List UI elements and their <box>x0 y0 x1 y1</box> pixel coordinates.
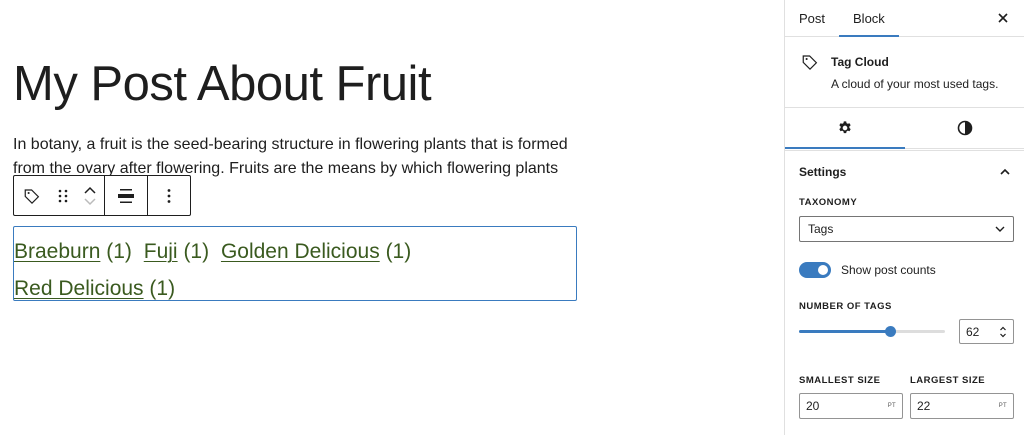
taxonomy-label: Taxonomy <box>799 197 858 208</box>
show-post-counts-toggle[interactable] <box>799 262 831 278</box>
drag-handle-icon <box>58 189 68 202</box>
largest-size-input[interactable]: 22 PT <box>910 393 1014 419</box>
contrast-icon <box>957 120 973 136</box>
options-group <box>148 176 190 215</box>
tag-link[interactable]: Red Delicious <box>14 277 144 300</box>
smallest-size-label: Smallest size <box>799 375 881 386</box>
taxonomy-value: Tags <box>808 222 834 236</box>
block-options-button[interactable] <box>148 176 190 215</box>
tag-icon <box>802 55 818 70</box>
tab-block[interactable]: Block <box>839 0 899 37</box>
settings-sidebar: Post Block Tag Cloud A cloud of your mos… <box>784 0 1024 435</box>
number-of-tags-input[interactable]: 62 <box>959 319 1014 344</box>
chevron-up-icon[interactable] <box>83 185 97 195</box>
tag-item: Braeburn (1) <box>14 240 132 263</box>
chevron-down-icon <box>995 226 1005 232</box>
sidebar-tabs: Post Block <box>785 0 1024 37</box>
tag-count: (1) <box>149 277 176 300</box>
tag-item: Golden Delicious (1) <box>221 240 411 263</box>
unit-label: PT <box>998 403 1007 409</box>
block-type-button[interactable] <box>14 176 50 215</box>
post-title[interactable]: My Post About Fruit <box>13 56 432 112</box>
tag-cloud: Braeburn (1) Fuji (1) Golden Delicious (… <box>14 233 574 307</box>
tag-count: (1) <box>106 240 132 263</box>
number-of-tags-label: Number of tags <box>799 301 892 312</box>
tab-styles[interactable] <box>905 108 1024 148</box>
block-card-title: Tag Cloud <box>831 55 889 69</box>
tag-cloud-block[interactable]: Braeburn (1) Fuji (1) Golden Delicious (… <box>13 226 577 301</box>
settings-panel-title: Settings <box>799 164 847 179</box>
tag-count: (1) <box>183 240 210 263</box>
tag-link[interactable]: Fuji <box>144 240 178 263</box>
tag-count: (1) <box>385 240 412 263</box>
close-icon[interactable] <box>994 9 1012 27</box>
align-group <box>105 176 148 215</box>
tag-item: Fuji (1) <box>144 240 209 263</box>
largest-size-label: Largest size <box>910 375 986 386</box>
editor-canvas: My Post About Fruit In botany, a fruit i… <box>0 0 784 435</box>
slider-thumb[interactable] <box>884 326 896 337</box>
smallest-size-value: 20 <box>806 399 820 413</box>
number-of-tags-slider[interactable] <box>799 326 945 337</box>
settings-panel-toggle[interactable]: Settings <box>785 150 1024 192</box>
paragraph-block[interactable]: In botany, a fruit is the seed-bearing s… <box>13 133 583 181</box>
number-of-tags-value: 62 <box>966 324 980 339</box>
block-mover <box>76 176 104 215</box>
spinner-icon[interactable] <box>999 325 1007 339</box>
block-toolbar <box>13 175 191 216</box>
slider-fill <box>799 330 890 333</box>
tag-icon <box>24 188 40 204</box>
more-vertical-icon <box>167 188 171 203</box>
drag-handle[interactable] <box>50 176 76 215</box>
align-wide-icon <box>118 188 134 203</box>
largest-size-value: 22 <box>917 399 931 413</box>
chevron-down-icon[interactable] <box>83 197 97 207</box>
show-post-counts-row: Show post counts <box>799 262 936 278</box>
align-button[interactable] <box>105 176 147 215</box>
taxonomy-select[interactable]: Tags <box>799 216 1014 242</box>
tab-settings[interactable] <box>785 108 905 149</box>
block-switcher-group <box>14 176 105 215</box>
inspector-tabs <box>785 107 1024 149</box>
tag-link[interactable]: Braeburn <box>14 240 100 263</box>
unit-label: PT <box>887 403 896 409</box>
chevron-up-icon <box>1000 168 1010 175</box>
block-card-description: A cloud of your most used tags. <box>831 77 999 91</box>
tag-link[interactable]: Golden Delicious <box>221 240 380 263</box>
show-post-counts-label: Show post counts <box>841 263 936 277</box>
gear-icon <box>839 121 851 134</box>
smallest-size-input[interactable]: 20 PT <box>799 393 903 419</box>
tag-item: Red Delicious (1) <box>14 277 175 300</box>
tab-post[interactable]: Post <box>785 0 839 36</box>
